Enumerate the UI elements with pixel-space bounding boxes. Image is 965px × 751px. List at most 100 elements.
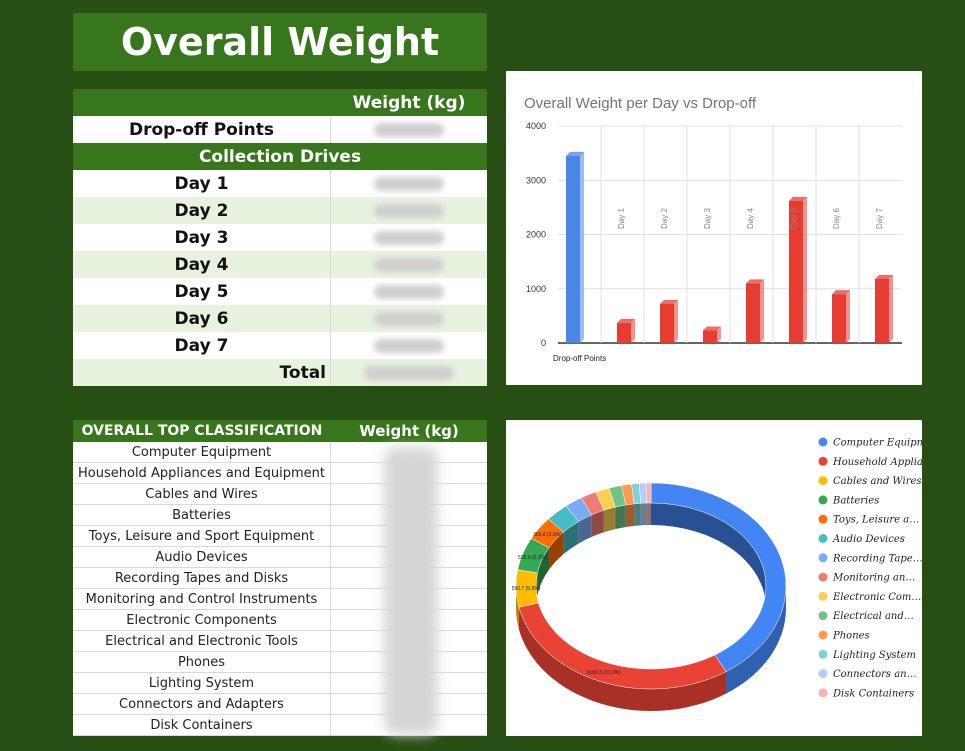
bar — [703, 330, 717, 343]
bar — [746, 283, 760, 343]
table-header-row: Weight (kg) — [73, 89, 487, 116]
blurred-weights — [384, 447, 438, 735]
legend-swatch — [818, 572, 828, 582]
legend-label: Monitoring an… — [832, 573, 915, 584]
chart-title: Overall Weight per Day vs Drop-off — [524, 95, 757, 112]
legend-label: Household Appliances and… — [832, 457, 922, 468]
table-row: Day 7 — [73, 332, 487, 359]
weight-column-header: Weight (kg) — [359, 422, 459, 440]
slice-label: 3183.3 (31.0%) — [587, 670, 622, 676]
bar-label: Day 4 — [746, 208, 755, 229]
bar-label: Day 6 — [832, 208, 841, 229]
bar-side — [889, 274, 893, 343]
bar-side — [631, 318, 635, 343]
legend-label: Disk Containers — [832, 688, 914, 699]
table-row: Day 3 — [73, 224, 487, 251]
bar — [875, 278, 889, 343]
bar-label: Day 5 — [789, 208, 798, 229]
classification-label: Electronic Components — [73, 610, 331, 630]
page-title: Overall Weight — [73, 13, 487, 71]
bar-chart-card: Overall Weight per Day vs Drop-off 4000 3… — [506, 71, 922, 385]
bar-side — [580, 151, 584, 343]
donut-slice-inner-wall — [615, 505, 626, 530]
legend-swatch — [818, 649, 828, 659]
bar-label: Day 3 — [703, 208, 712, 229]
legend-label: Cables and Wires — [833, 476, 922, 487]
classification-label: Toys, Leisure and Sport Equipment — [73, 526, 331, 546]
classification-label: Computer Equipment — [73, 442, 331, 462]
classification-label: Disk Containers — [73, 715, 331, 735]
legend-label: Phones — [832, 631, 870, 642]
legend-swatch — [818, 456, 828, 466]
table-row: Day 6 — [73, 305, 487, 332]
classification-label: Recording Tapes and Disks — [73, 568, 331, 588]
legend-swatch — [818, 591, 828, 601]
classification-label: Household Appliances and Equipment — [73, 463, 331, 483]
legend-swatch — [818, 553, 828, 563]
table-row: Drop-off Points — [73, 116, 487, 143]
donut-chart-card: 3183.3 (31.0%) 590.7 (5.8%) 520.9 (5.1%) 36… — [506, 420, 965, 736]
weight-column-header: Weight (kg) — [352, 92, 466, 113]
legend-swatch — [818, 476, 828, 486]
classification-label: Electrical and Electronic Tools — [73, 631, 331, 651]
bar — [617, 322, 631, 343]
classification-label: Phones — [73, 652, 331, 672]
bar-side — [803, 196, 807, 343]
legend-swatch — [818, 437, 828, 447]
donut-slice-inner-wall — [603, 507, 616, 533]
bar-chart: Overall Weight per Day vs Drop-off 4000 3… — [524, 95, 902, 363]
total-row: Total — [73, 359, 487, 386]
legend-swatch — [818, 630, 828, 640]
slice-label: 365.8 (3.6%) — [533, 532, 562, 538]
donut-slice-inner-wall — [640, 503, 647, 526]
daily-weight-table: Weight (kg) Drop-off Points Collection D… — [73, 89, 487, 386]
bar-label: Day 2 — [660, 208, 669, 229]
classification-label: Audio Devices — [73, 547, 331, 567]
donut-slice — [645, 482, 652, 504]
bar-label: Day 7 — [875, 208, 884, 229]
donut-chart: 3183.3 (31.0%) 590.7 (5.8%) 520.9 (5.1%) 36… — [512, 437, 965, 711]
classification-label: Connectors and Adapters — [73, 694, 331, 714]
y-tick-label: 0 — [541, 338, 546, 348]
y-tick-label: 3000 — [526, 175, 546, 185]
legend-label: Connectors an… — [833, 669, 917, 680]
table-row: Day 5 — [73, 278, 487, 305]
table-header-row: OVERALL TOP CLASSIFICATION Weight (kg) — [73, 420, 487, 442]
legend-label: Electrical and… — [832, 611, 914, 622]
y-tick-label: 4000 — [526, 121, 546, 131]
bar — [660, 303, 674, 343]
legend-label: Electronic Com… — [832, 592, 921, 603]
legend-swatch — [818, 514, 828, 524]
classification-label: Lighting System — [73, 673, 331, 693]
legend-label: Batteries — [832, 495, 879, 506]
donut-slice-inner-wall — [646, 503, 651, 526]
legend-swatch — [818, 688, 828, 698]
x-category-label: Drop-off Points — [553, 354, 606, 363]
bar — [832, 294, 846, 343]
bar-side — [760, 279, 764, 343]
donut-slice-wall — [518, 607, 727, 711]
donut-slice-inner-wall — [634, 503, 641, 526]
legend-swatch — [818, 669, 828, 679]
legend-label: Lighting System — [832, 650, 916, 661]
classification-label: Monitoring and Control Instruments — [73, 589, 331, 609]
legend-label: Computer Equipment — [833, 438, 922, 449]
legend-swatch — [818, 495, 828, 505]
bar-side — [674, 299, 678, 343]
collection-drives-header: Collection Drives — [73, 143, 487, 170]
y-tick-label: 2000 — [526, 230, 546, 240]
blurred-value — [374, 122, 444, 137]
y-tick-label: 1000 — [526, 284, 546, 294]
slice-label: 590.7 (5.8%) — [512, 586, 541, 592]
donut-slice-inner-wall — [625, 503, 635, 528]
classification-label: Batteries — [73, 505, 331, 525]
legend-label: Toys, Leisure a… — [833, 515, 919, 526]
table-row: Day 2 — [73, 197, 487, 224]
bar — [566, 155, 580, 343]
legend-label: Recording Tape… — [832, 553, 922, 564]
legend-label: Audio Devices — [832, 534, 905, 545]
legend-swatch — [818, 611, 828, 621]
bar-label: Day 1 — [617, 208, 626, 229]
classification-column-header: OVERALL TOP CLASSIFICATION — [81, 423, 323, 439]
classification-label: Cables and Wires — [73, 484, 331, 504]
